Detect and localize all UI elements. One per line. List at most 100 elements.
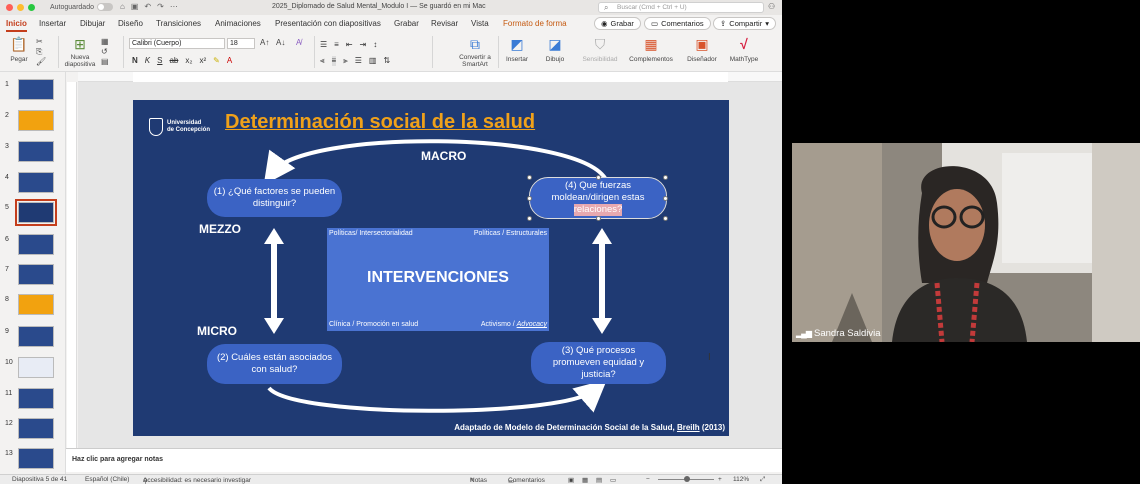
- resize-handle[interactable]: [663, 196, 668, 201]
- question-2-shape[interactable]: (2) Cuáles están asociados con salud?: [207, 344, 342, 384]
- reset-icon[interactable]: ↺: [101, 47, 108, 56]
- view-sorter-icon[interactable]: ▦: [582, 476, 588, 484]
- indent-decrease-icon[interactable]: ⇤: [346, 40, 353, 49]
- notes-pane[interactable]: Haz clic para agregar notas: [66, 448, 782, 472]
- view-reading-icon[interactable]: ▤: [596, 476, 602, 484]
- section-icon[interactable]: ▤: [101, 57, 109, 66]
- thumbnail-3[interactable]: 3: [5, 141, 65, 165]
- resize-handle[interactable]: [527, 196, 532, 201]
- fit-to-window-icon[interactable]: ⤢: [760, 476, 765, 484]
- zoom-out-icon[interactable]: −: [646, 476, 650, 483]
- line-spacing-icon[interactable]: ↕: [373, 40, 377, 49]
- share-person-icon[interactable]: ⚇: [768, 2, 775, 11]
- search-input[interactable]: ⌕ Buscar (Cmd + Ctrl + U): [598, 2, 764, 13]
- zoom-level[interactable]: 112%: [733, 476, 749, 483]
- minimize-window-button[interactable]: [17, 4, 24, 11]
- slide-title[interactable]: Determinación social de la salud: [225, 111, 535, 134]
- resize-handle[interactable]: [663, 216, 668, 221]
- justify-icon[interactable]: ☰: [355, 56, 362, 66]
- view-slideshow-icon[interactable]: ▭: [610, 476, 616, 484]
- new-slide-button[interactable]: ⊞ Nueva diapositiva: [63, 36, 97, 68]
- insert-shape-button[interactable]: ◩ Insertar: [503, 36, 531, 63]
- cut-icon[interactable]: ✂: [36, 37, 43, 46]
- draw-button[interactable]: ◪ Dibujo: [541, 36, 569, 63]
- tab-grabar[interactable]: Grabar: [394, 19, 419, 28]
- thumbnail-5[interactable]: 5: [5, 199, 65, 226]
- layout-icon[interactable]: ▦: [101, 37, 109, 46]
- window-controls[interactable]: [6, 4, 35, 11]
- comments-button[interactable]: ▭ Comentarios: [644, 17, 711, 30]
- thumbnail-10[interactable]: 10: [5, 357, 65, 381]
- tab-formato-de-forma[interactable]: Formato de forma: [503, 19, 567, 28]
- indent-increase-icon[interactable]: ⇥: [360, 40, 367, 49]
- italic-icon[interactable]: K: [145, 56, 150, 65]
- underline-icon[interactable]: S: [157, 56, 162, 65]
- strikethrough-icon[interactable]: ab: [169, 56, 178, 65]
- tab-insertar[interactable]: Insertar: [39, 19, 66, 28]
- view-normal-icon[interactable]: ▣: [568, 476, 574, 484]
- format-painter-icon[interactable]: 🖌: [36, 57, 46, 66]
- font-shrink-icon[interactable]: A↓: [276, 38, 285, 47]
- zoom-window-button[interactable]: [28, 4, 35, 11]
- numbering-icon[interactable]: ≡: [334, 40, 339, 49]
- tab-vista[interactable]: Vista: [471, 19, 489, 28]
- font-size-select[interactable]: 18: [227, 38, 255, 49]
- question-1-shape[interactable]: (1) ¿Qué factores se pueden distinguir?: [207, 179, 342, 217]
- bullets-icon[interactable]: ☰: [320, 40, 327, 49]
- copy-icon[interactable]: ⎘: [36, 47, 42, 57]
- thumbnail-13[interactable]: 13: [5, 448, 65, 472]
- resize-handle[interactable]: [663, 175, 668, 180]
- thumbnail-6[interactable]: 6: [5, 234, 65, 258]
- bold-icon[interactable]: N: [132, 56, 138, 65]
- designer-button[interactable]: ▣ Diseñador: [684, 36, 720, 63]
- tab-revisar[interactable]: Revisar: [431, 19, 458, 28]
- slide[interactable]: Universidad de Concepción Determinación s…: [133, 100, 729, 436]
- paste-button[interactable]: 📋 Pegar: [8, 36, 30, 63]
- align-right-icon[interactable]: ⫸: [343, 56, 348, 66]
- undo-icon[interactable]: ↶: [144, 2, 151, 11]
- addins-button[interactable]: ▦ Complementos: [628, 36, 674, 63]
- close-window-button[interactable]: [6, 4, 13, 11]
- mathtype-button[interactable]: √ MathType: [727, 36, 761, 63]
- more-icon[interactable]: ⋯: [170, 2, 178, 11]
- tab-presentacion[interactable]: Presentación con diapositivas: [275, 19, 381, 28]
- font-name-select[interactable]: Calibri (Cuerpo): [129, 38, 225, 49]
- text-direction-icon[interactable]: ⇅: [383, 56, 390, 66]
- thumbnail-7[interactable]: 7: [5, 264, 65, 288]
- thumbnail-9[interactable]: 9: [5, 326, 65, 350]
- columns-icon[interactable]: ▥: [369, 56, 377, 66]
- language-indicator[interactable]: Español (Chile): [85, 476, 129, 483]
- resize-handle[interactable]: [596, 216, 601, 221]
- share-button[interactable]: ⇪ Compartir ▾: [713, 17, 776, 30]
- font-color-icon[interactable]: A: [227, 56, 232, 65]
- home-icon[interactable]: ⌂: [120, 2, 125, 11]
- resize-handle[interactable]: [527, 175, 532, 180]
- tab-dibujar[interactable]: Dibujar: [80, 19, 105, 28]
- question-3-shape[interactable]: (3) Qué procesos promueven equidad y jus…: [531, 342, 666, 384]
- tab-animaciones[interactable]: Animaciones: [215, 19, 261, 28]
- zoom-slider-thumb[interactable]: [684, 476, 690, 482]
- subscript-icon[interactable]: x₂: [185, 56, 192, 65]
- redo-icon[interactable]: ↷: [157, 2, 164, 11]
- sensitivity-button[interactable]: ⛉ Sensibilidad: [582, 36, 618, 63]
- question-4-shape[interactable]: (4) Que fuerzas moldean/dirigen estas re…: [529, 177, 667, 219]
- thumbnail-11[interactable]: 11: [5, 388, 65, 412]
- highlight-icon[interactable]: ✎: [213, 56, 220, 65]
- font-grow-icon[interactable]: A↑: [260, 38, 269, 47]
- tab-transiciones[interactable]: Transiciones: [156, 19, 201, 28]
- resize-handle[interactable]: [527, 216, 532, 221]
- smartart-button[interactable]: ⧉ Convertir a SmartArt: [455, 36, 495, 68]
- align-left-icon[interactable]: ⫷: [320, 56, 325, 66]
- resize-handle[interactable]: [596, 175, 601, 180]
- thumbnail-4[interactable]: 4: [5, 172, 65, 196]
- autosave-toggle[interactable]: [96, 3, 113, 11]
- record-button[interactable]: ◉ Grabar: [594, 17, 641, 30]
- save-icon[interactable]: ▣: [131, 2, 139, 11]
- thumbnail-12[interactable]: 12: [5, 418, 65, 442]
- superscript-icon[interactable]: x²: [199, 56, 206, 65]
- thumbnail-8[interactable]: 8: [5, 294, 65, 318]
- clear-format-icon[interactable]: A̸: [296, 38, 301, 47]
- zoom-in-icon[interactable]: +: [718, 476, 722, 483]
- tab-inicio[interactable]: Inicio: [6, 19, 27, 32]
- interventions-box[interactable]: Políticas/ Intersectorialidad Políticas …: [327, 228, 549, 331]
